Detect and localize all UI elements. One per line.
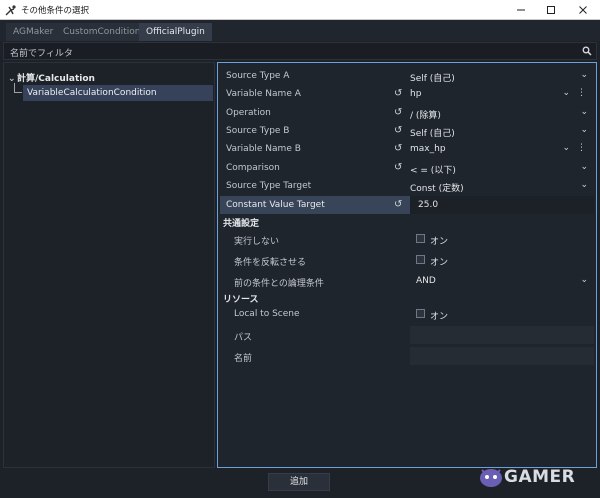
name-input[interactable] [410,347,594,365]
source-type-a-select[interactable]: Self (自己) [410,71,455,84]
logic-condition-select[interactable]: AND [416,276,436,286]
prop-label: Constant Value Target [226,200,325,210]
prop-not-run: 実行しない オン [220,230,594,248]
variable-name-a-select[interactable]: hp [410,89,421,99]
tree-group-label: 計算/Calculation [17,74,95,84]
filter-input[interactable]: 名前でフィルタ [3,42,597,60]
minimize-icon [517,9,525,11]
filter-placeholder: 名前でフィルタ [10,49,73,59]
close-icon [579,6,587,14]
chevron-down-icon[interactable]: ⌄ [580,107,588,117]
prop-invert: 条件を反転させる オン [220,251,594,269]
comparison-select[interactable]: < = (以下) [410,163,456,176]
minimize-button[interactable] [508,0,534,20]
tab-officialplugin[interactable]: OfficialPlugin [139,23,212,41]
maximize-button[interactable] [538,0,564,20]
prop-label: Source Type A [226,71,290,81]
window-title: その他条件の選択 [21,6,90,16]
property-inspector: Source Type A Self (自己) ⌄ Variable Name … [217,62,597,468]
chevron-down-icon[interactable]: ⌄ [580,125,588,135]
operation-select[interactable]: / (除算) [410,108,441,121]
prop-label: 実行しない [234,237,280,247]
prop-label: Local to Scene [234,309,300,319]
prop-label: 条件を反転させる [234,258,307,268]
chevron-down-icon[interactable]: ⌄ [580,162,588,172]
local-to-scene-checkbox[interactable] [416,309,425,318]
checkbox-label: オン [430,312,449,322]
revert-icon[interactable]: ↺ [394,126,404,136]
prop-label: Operation [226,108,271,118]
invert-checkbox[interactable] [416,255,425,264]
add-button[interactable]: 追加 [268,473,330,491]
section-common-settings[interactable]: 共通設定 [223,216,259,229]
prop-comparison: Comparison ↺ < = (以下) ⌄ [220,159,594,177]
prop-local-to-scene: Local to Scene オン [220,305,594,323]
maximize-icon [547,6,555,14]
prop-path: パス [220,326,594,344]
app-icon [5,5,16,16]
prop-label: 名前 [234,354,253,364]
chevron-down-icon[interactable]: ⌄ [562,88,570,98]
gamer-logo-icon [480,469,502,487]
prop-label: Source Type Target [226,181,312,191]
section-resources[interactable]: リソース [223,292,259,305]
constant-value-text: 25.0 [418,200,439,210]
revert-icon[interactable]: ↺ [394,163,404,173]
revert-icon[interactable]: ↺ [394,89,404,99]
tree-item-variable-calculation-condition[interactable]: VariableCalculationCondition [23,85,213,101]
revert-icon[interactable]: ↺ [394,144,404,154]
prop-label: Comparison [226,163,280,173]
prop-source-type-b: Source Type B ↺ Self (自己) ⌄ [220,122,594,140]
revert-icon[interactable]: ↺ [394,200,404,210]
condition-tree: ⌄計算/Calculation VariableCalculationCondi… [3,62,215,468]
search-icon[interactable] [582,46,592,56]
tree-connector [14,83,22,93]
variable-name-b-select[interactable]: max_hp [410,144,446,154]
gamer-wordmark: GAMER [504,467,576,487]
path-input[interactable] [410,326,594,344]
chevron-down-icon[interactable]: ⌄ [580,180,588,190]
prop-label: パス [234,333,253,343]
prop-source-type-a: Source Type A Self (自己) ⌄ [220,67,594,85]
more-options-icon[interactable]: ⋮ [577,143,586,153]
constant-value-input[interactable]: 25.0 [410,196,594,214]
chevron-down-icon[interactable]: ⌄ [580,70,588,80]
revert-icon[interactable]: ↺ [394,108,404,118]
prop-variable-name-b: Variable Name B ↺ max_hp ⌄ ⋮ [220,140,594,158]
tab-customcondition[interactable]: CustomCondition [56,23,148,41]
tab-bar: AGMaker CustomCondition OfficialPlugin [0,20,600,41]
chevron-down-icon[interactable]: ⌄ [562,143,570,153]
close-button[interactable] [570,0,596,20]
prop-label: Variable Name A [226,89,301,99]
tab-agmaker[interactable]: AGMaker [6,23,61,41]
source-type-b-select[interactable]: Self (自己) [410,126,455,139]
title-bar: その他条件の選択 [0,0,600,20]
checkbox-label: オン [430,237,449,247]
prop-operation: Operation ↺ / (除算) ⌄ [220,104,594,122]
prop-label: 前の条件との論理条件 [234,279,324,289]
prop-label: Variable Name B [226,144,301,154]
prop-name: 名前 [220,347,594,365]
gamer-watermark: GAMER [478,464,575,490]
source-type-target-select[interactable]: Const (定数) [410,181,464,194]
chevron-down-icon[interactable]: ⌄ [580,275,588,285]
prop-label: Source Type B [226,126,290,136]
not-run-checkbox[interactable] [416,234,425,243]
checkbox-label: オン [430,258,449,268]
prop-logic-condition: 前の条件との論理条件 AND ⌄ [220,272,594,290]
prop-variable-name-a: Variable Name A ↺ hp ⌄ ⋮ [220,85,594,103]
prop-constant-value-target: Constant Value Target ↺ 25.0 [220,196,594,214]
more-options-icon[interactable]: ⋮ [577,88,586,98]
prop-source-type-target: Source Type Target Const (定数) ⌄ [220,177,594,195]
